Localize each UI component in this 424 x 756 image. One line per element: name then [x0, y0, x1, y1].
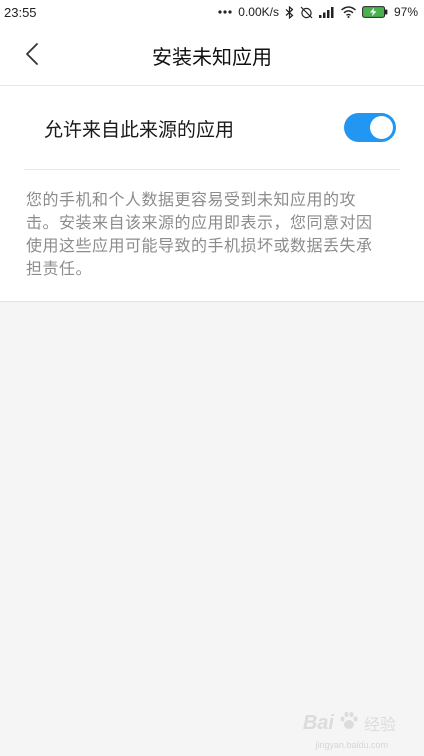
page-title: 安装未知应用 [152, 44, 272, 69]
bluetooth-icon [285, 5, 294, 19]
status-icons: 0.00K/s 97% [218, 5, 418, 19]
watermark-suffix: 经验 [363, 715, 396, 734]
allow-unknown-source-toggle[interactable] [344, 113, 396, 142]
settings-card: 允许来自此来源的应用 您的手机和个人数据更容易受到未知应用的攻击。安装来自该来源… [0, 86, 424, 302]
status-bar: 23:55 0.00K/s 97% [0, 0, 424, 24]
watermark-url: jingyan.baidu.com [315, 740, 388, 750]
baidu-watermark: Bai 经验 [303, 710, 396, 736]
battery-charging-icon [362, 6, 388, 18]
chevron-left-icon [25, 42, 39, 70]
header: 安装未知应用 [0, 24, 424, 86]
wifi-icon [341, 5, 356, 19]
screen: 23:55 0.00K/s 97% 安装未知应用 允许来自此来源的应用 您的手机… [0, 0, 424, 756]
paw-icon [338, 710, 360, 736]
warning-description: 您的手机和个人数据更容易受到未知应用的攻击。安装来自该来源的应用即表示，您同意对… [26, 190, 373, 278]
watermark-brand: Bai [302, 711, 334, 734]
alarm-off-icon [300, 5, 313, 19]
signal-icon [318, 5, 335, 19]
dots-icon [218, 5, 232, 19]
net-speed: 0.00K/s [238, 5, 279, 19]
allow-unknown-source-row[interactable]: 允许来自此来源的应用 [24, 86, 400, 170]
back-button[interactable] [12, 36, 52, 76]
status-time: 23:55 [4, 4, 37, 20]
toggle-knob [370, 116, 393, 139]
setting-label: 允许来自此来源的应用 [44, 118, 235, 141]
battery-percent: 97% [393, 5, 418, 19]
